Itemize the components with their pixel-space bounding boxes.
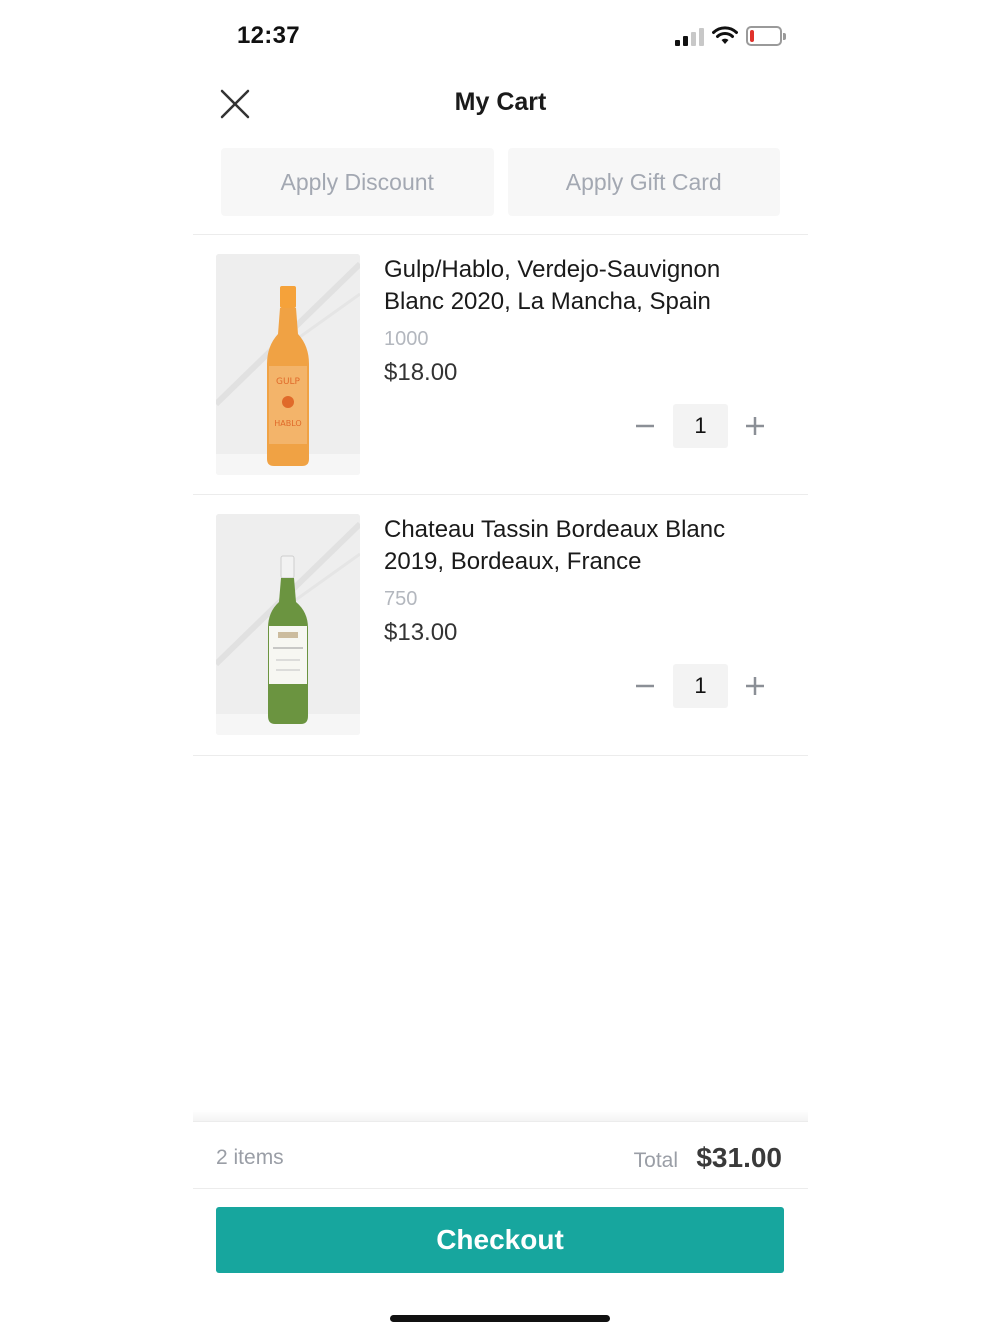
svg-text:HABLO: HABLO	[274, 419, 301, 428]
cellular-signal-icon	[675, 26, 704, 46]
increase-quantity-button[interactable]	[733, 664, 777, 708]
page-title: My Cart	[454, 88, 547, 116]
total-value: $31.00	[696, 1142, 782, 1173]
promo-row: Apply Discount Apply Gift Card	[221, 148, 780, 216]
svg-text:GULP: GULP	[276, 377, 301, 387]
battery-level	[750, 30, 754, 42]
wine-bottle-image: GULP HABLO	[216, 254, 360, 475]
total-label: Total	[633, 1149, 678, 1172]
minus-icon	[636, 684, 654, 688]
status-time: 12:37	[237, 22, 300, 49]
home-indicator[interactable]	[390, 1315, 610, 1322]
product-size: 750	[384, 588, 418, 610]
product-price: $13.00	[384, 619, 458, 646]
plus-icon	[746, 677, 764, 695]
product-name[interactable]: Chateau Tassin Bordeaux Blanc 2019, Bord…	[384, 514, 784, 578]
apply-gift-card-button[interactable]: Apply Gift Card	[507, 148, 780, 216]
cart-screen: 12:37 My Cart Apply Discount Apply Gift …	[193, 0, 808, 1334]
quantity-value[interactable]: 1	[673, 664, 728, 708]
apply-discount-button[interactable]: Apply Discount	[221, 148, 494, 216]
quantity-stepper: 1	[623, 404, 783, 448]
quantity-value[interactable]: 1	[673, 404, 728, 448]
wifi-icon	[712, 26, 738, 44]
header: My Cart	[193, 70, 808, 140]
increase-quantity-button[interactable]	[733, 404, 777, 448]
divider	[193, 755, 808, 756]
order-summary: 2 items Total $31.00	[193, 1121, 808, 1189]
decrease-quantity-button[interactable]	[623, 404, 667, 448]
cart-item: Chateau Tassin Bordeaux Blanc 2019, Bord…	[193, 494, 808, 754]
minus-icon	[636, 424, 654, 428]
cart-item: GULP HABLO Gulp/Hablo, Verdejo-Sauvignon…	[193, 234, 808, 494]
wine-bottle-image	[216, 514, 360, 735]
battery-icon	[746, 26, 786, 46]
product-image[interactable]	[216, 514, 360, 735]
product-size: 1000	[384, 328, 429, 350]
product-price: $18.00	[384, 359, 458, 386]
status-icons	[675, 26, 786, 46]
items-count: 2 items	[216, 1146, 284, 1169]
status-bar: 12:37	[193, 0, 808, 70]
checkout-button[interactable]: Checkout	[216, 1207, 784, 1273]
plus-icon	[746, 417, 764, 435]
product-image[interactable]: GULP HABLO	[216, 254, 360, 475]
quantity-stepper: 1	[623, 664, 783, 708]
decrease-quantity-button[interactable]	[623, 664, 667, 708]
product-name[interactable]: Gulp/Hablo, Verdejo-Sauvignon Blanc 2020…	[384, 254, 784, 318]
